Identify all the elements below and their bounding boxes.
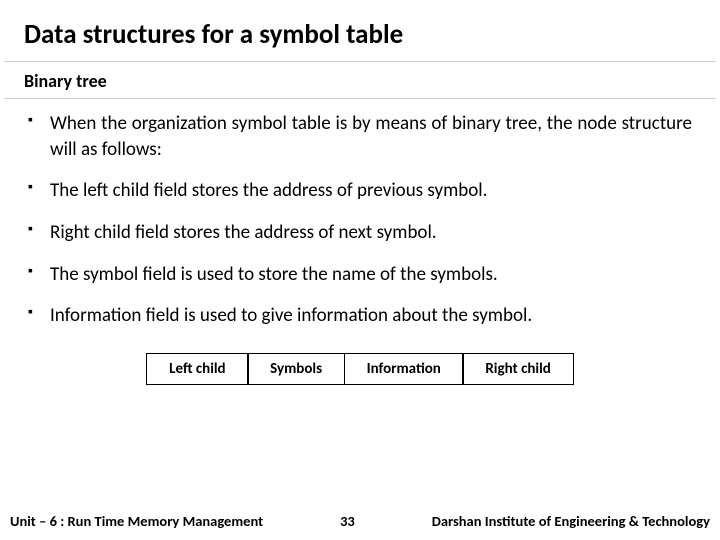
node-field-cell: Symbols — [247, 353, 345, 385]
bullet-item: The symbol field is used to store the na… — [28, 262, 692, 288]
slide-subtitle: Binary tree — [4, 62, 716, 99]
node-field-cell: Right child — [462, 353, 574, 385]
bullet-item: When the organization symbol table is by… — [28, 111, 692, 162]
bullet-item: Right child field stores the address of … — [28, 220, 692, 246]
footer-unit: Unit – 6 : Run Time Memory Management — [10, 512, 263, 530]
bullet-item: The left child field stores the address … — [28, 178, 692, 204]
slide-title: Data structures for a symbol table — [4, 0, 716, 62]
slide: Data structures for a symbol table Binar… — [0, 0, 720, 540]
footer-page-number: 33 — [326, 512, 369, 530]
slide-body: When the organization symbol table is by… — [0, 99, 720, 512]
node-structure-table: Left child Symbols Information Right chi… — [28, 353, 692, 385]
bullet-item: Information field is used to give inform… — [28, 303, 692, 329]
slide-footer: Unit – 6 : Run Time Memory Management 33… — [0, 512, 720, 540]
node-field-cell: Information — [344, 353, 464, 385]
footer-org: Darshan Institute of Engineering & Techn… — [432, 512, 710, 530]
bullet-list: When the organization symbol table is by… — [28, 111, 692, 329]
node-field-cell: Left child — [146, 353, 248, 385]
